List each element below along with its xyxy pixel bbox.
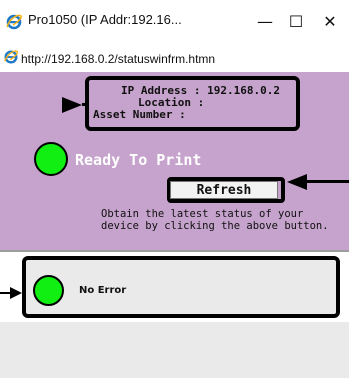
minimize-button[interactable]: — — [250, 8, 280, 34]
callout-arrow-shaft — [0, 292, 10, 294]
error-status-panel — [22, 256, 340, 318]
close-button[interactable]: ✕ — [315, 8, 345, 34]
error-status-indicator — [33, 275, 64, 306]
callout-arrow-icon — [62, 97, 82, 113]
address-url[interactable]: http://192.168.0.2/statuswinfrm.htmn — [21, 52, 215, 66]
asset-number-line: Asset Number : — [93, 108, 186, 121]
maximize-button[interactable]: ☐ — [281, 8, 311, 34]
internet-explorer-icon — [6, 14, 22, 30]
ready-status-text: Ready To Print — [75, 151, 202, 169]
error-status-text: No Error — [79, 285, 127, 296]
internet-explorer-icon — [4, 50, 19, 64]
callout-arrow-icon — [10, 287, 22, 299]
refresh-button[interactable]: Refresh — [170, 181, 278, 199]
panel-divider — [0, 250, 349, 252]
callout-arrow-icon — [287, 174, 307, 190]
window-title: Pro1050 (IP Addr:192.16... — [28, 12, 182, 27]
callout-arrow-shaft — [306, 180, 349, 183]
page-background-lower — [0, 322, 349, 378]
refresh-hint-text: Obtain the latest status of your device … — [101, 208, 329, 232]
ready-status-indicator — [34, 142, 68, 176]
